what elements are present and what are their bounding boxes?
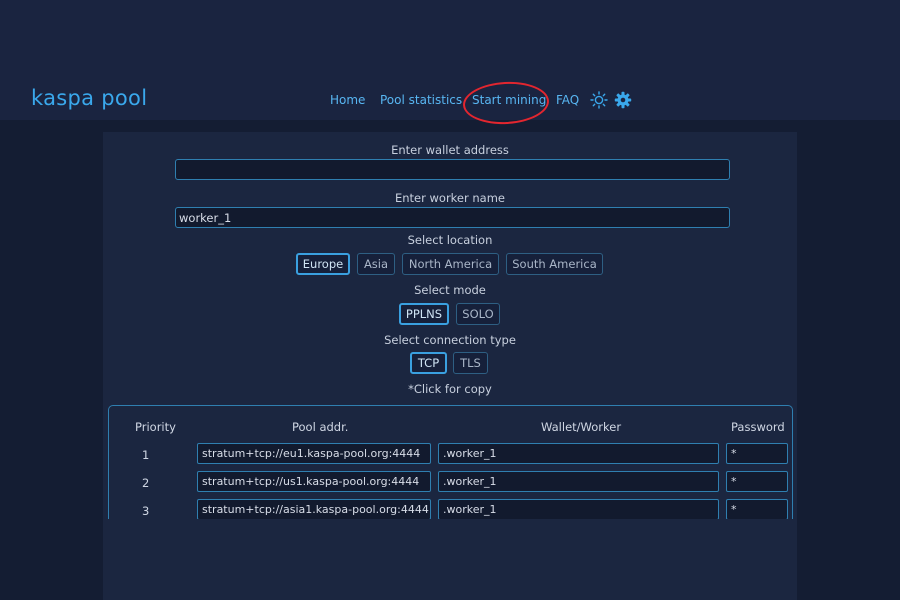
worker-name-input[interactable]: worker_1 bbox=[175, 207, 730, 228]
header: kaspa pool Home Pool statistics Start mi… bbox=[0, 80, 900, 120]
nav-pool-statistics[interactable]: Pool statistics bbox=[380, 93, 462, 107]
wallet-label: Enter wallet address bbox=[391, 143, 509, 157]
mode-label: Select mode bbox=[414, 283, 486, 297]
row-1-wallet-worker[interactable]: .worker_1 bbox=[438, 443, 719, 464]
row-2-priority: 2 bbox=[142, 476, 150, 490]
sun-icon[interactable] bbox=[590, 91, 608, 109]
location-label: Select location bbox=[407, 233, 493, 247]
connection-tls-button[interactable]: TLS bbox=[453, 352, 488, 374]
copy-hint: *Click for copy bbox=[408, 382, 492, 396]
row-3-password[interactable]: * bbox=[726, 499, 788, 519]
row-3-pool-addr[interactable]: stratum+tcp://asia1.kaspa-pool.org:4444 bbox=[197, 499, 431, 519]
start-mining-panel: Enter wallet address Enter worker name w… bbox=[103, 132, 797, 600]
header-wallet-worker: Wallet/Worker bbox=[541, 420, 622, 434]
header-priority: Priority bbox=[135, 420, 176, 434]
connection-tcp-button[interactable]: TCP bbox=[410, 352, 447, 374]
location-south-america-button[interactable]: South America bbox=[506, 253, 603, 275]
row-2-pool-addr[interactable]: stratum+tcp://us1.kaspa-pool.org:4444 bbox=[197, 471, 431, 492]
worker-label: Enter worker name bbox=[394, 191, 505, 205]
location-asia-button[interactable]: Asia bbox=[357, 253, 395, 275]
row-1-priority: 1 bbox=[142, 448, 150, 462]
row-2-wallet-worker[interactable]: .worker_1 bbox=[438, 471, 719, 492]
header-password: Password bbox=[731, 420, 785, 434]
row-1-pool-addr[interactable]: stratum+tcp://eu1.kaspa-pool.org:4444 bbox=[197, 443, 431, 464]
row-3-wallet-worker[interactable]: .worker_1 bbox=[438, 499, 719, 519]
connection-label: Select connection type bbox=[384, 333, 516, 347]
row-3-priority: 3 bbox=[142, 504, 150, 518]
mode-solo-button[interactable]: SOLO bbox=[456, 303, 500, 325]
gear-icon[interactable] bbox=[614, 91, 632, 109]
nav-home[interactable]: Home bbox=[330, 93, 365, 107]
location-europe-button[interactable]: Europe bbox=[296, 253, 350, 275]
wallet-address-input[interactable] bbox=[175, 159, 730, 180]
nav-faq[interactable]: FAQ bbox=[556, 93, 579, 107]
pool-address-table: Priority Pool addr. Wallet/Worker Passwo… bbox=[108, 405, 793, 519]
logo[interactable]: kaspa pool bbox=[31, 86, 147, 110]
header-pool-addr: Pool addr. bbox=[292, 420, 349, 434]
row-2-password[interactable]: * bbox=[726, 471, 788, 492]
mode-pplns-button[interactable]: PPLNS bbox=[399, 303, 449, 325]
row-1-password[interactable]: * bbox=[726, 443, 788, 464]
location-north-america-button[interactable]: North America bbox=[402, 253, 499, 275]
